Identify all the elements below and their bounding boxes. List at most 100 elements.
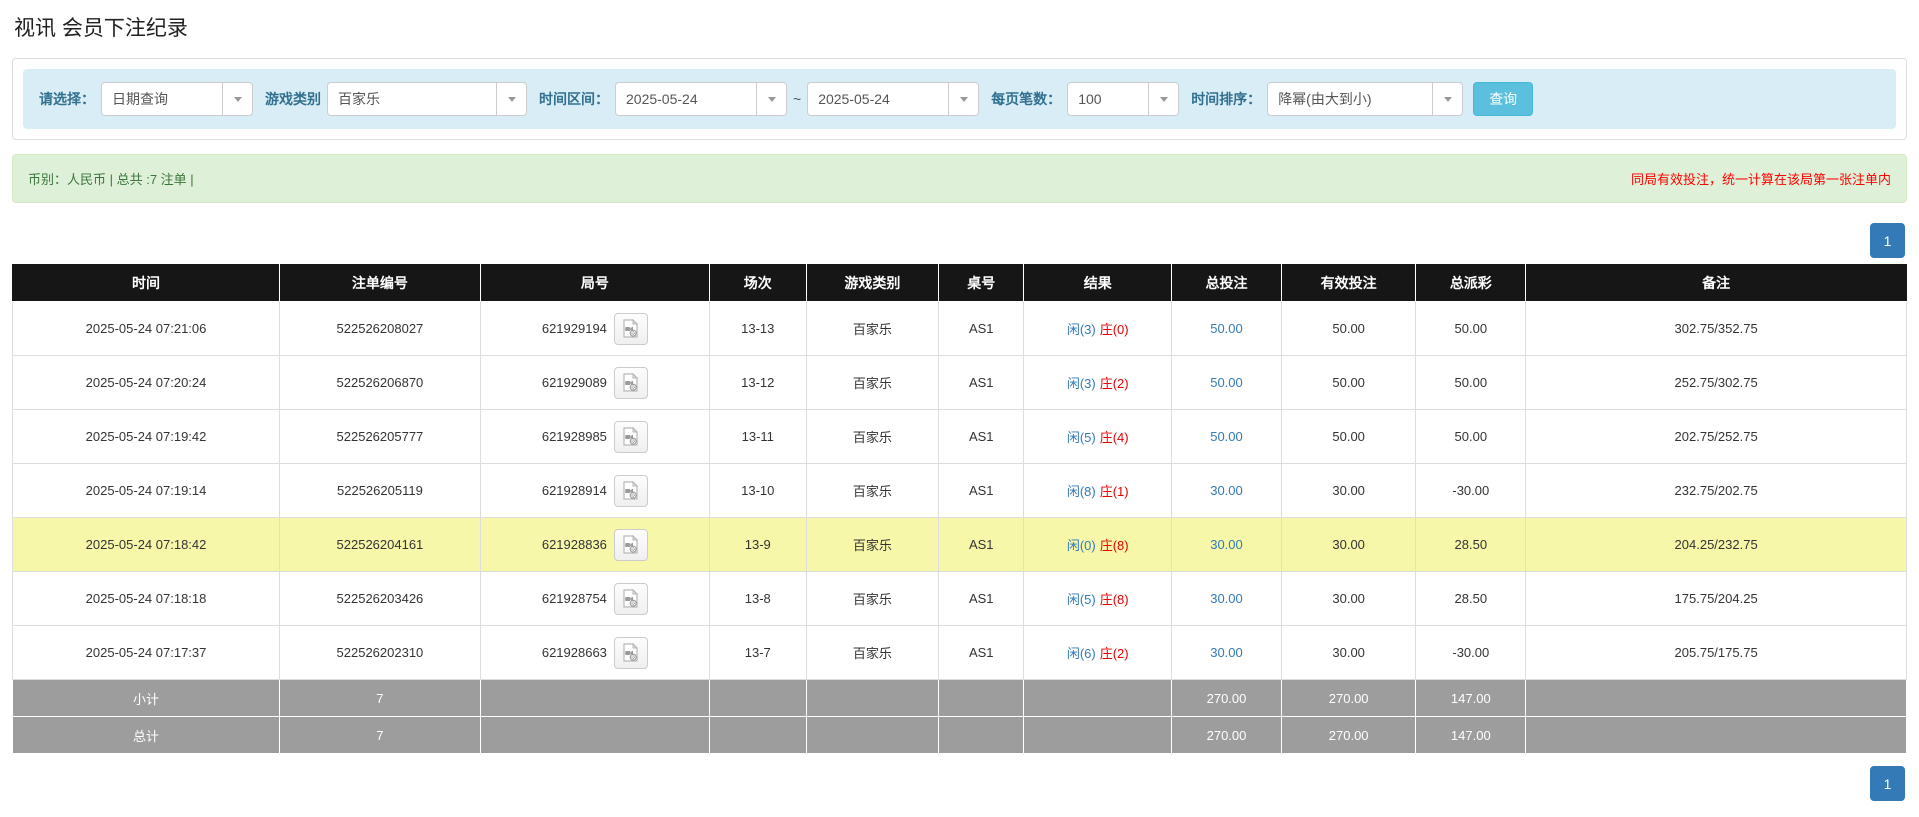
video-file-icon (623, 481, 639, 500)
footer-empty-cell (938, 716, 1025, 754)
subtotal-valid-bet: 270.00 (1280, 679, 1417, 717)
video-replay-button[interactable] (613, 474, 648, 507)
cell-time: 2025-05-24 07:17:37 (11, 625, 281, 680)
total-bet-link[interactable]: 30.00 (1210, 645, 1243, 660)
result-player: 闲(5) (1066, 430, 1096, 445)
col-header-remark: 备注 (1525, 264, 1907, 302)
video-replay-button[interactable] (613, 366, 648, 399)
cell-result: 闲(3) 庄(0) (1023, 301, 1173, 356)
subtotal-total-bet: 270.00 (1171, 679, 1282, 717)
video-replay-button[interactable] (613, 582, 648, 615)
footer-empty-cell (805, 679, 940, 717)
total-bet-link[interactable]: 30.00 (1210, 591, 1243, 606)
cell-bet-id: 522526208027 (279, 301, 481, 356)
table-row: 2025-05-24 07:19:14 522526205119 6219289… (11, 463, 1907, 518)
video-replay-button[interactable] (613, 420, 648, 453)
col-header-result: 结果 (1023, 264, 1173, 302)
footer-empty-cell (805, 716, 940, 754)
grandtotal-count: 7 (279, 716, 481, 754)
video-replay-button[interactable] (613, 528, 648, 561)
pagination-page-1[interactable]: 1 (1870, 223, 1905, 258)
footer-empty-cell (479, 679, 710, 717)
result-banker: 庄(0) (1099, 322, 1129, 337)
filter-bar: 请选择： 日期查询 游戏类别 百家乐 时间区间： 2025-05-24 ~ 20… (23, 69, 1896, 129)
video-replay-button[interactable] (613, 312, 648, 345)
result-banker: 庄(8) (1099, 538, 1129, 553)
table-body: 2025-05-24 07:21:06 522526208027 6219291… (11, 301, 1907, 680)
cell-round-id: 621928914 (479, 463, 710, 518)
query-type-select[interactable]: 日期查询 (101, 82, 253, 116)
result-player: 闲(6) (1066, 646, 1096, 661)
total-bet-link[interactable]: 30.00 (1210, 483, 1243, 498)
round-id-text: 621928914 (541, 483, 607, 498)
cell-time: 2025-05-24 07:20:24 (11, 355, 281, 410)
cell-time: 2025-05-24 07:18:42 (11, 517, 281, 572)
date-to-value: 2025-05-24 (818, 91, 890, 107)
game-type-label: 游戏类别 (265, 91, 321, 107)
total-bet-link[interactable]: 50.00 (1210, 375, 1243, 390)
chevron-down-icon (948, 83, 978, 115)
cell-total-bet: 50.00 (1171, 301, 1282, 356)
result-player: 闲(0) (1066, 538, 1096, 553)
cell-total-bet: 30.00 (1171, 571, 1282, 626)
cell-bet-id: 522526206870 (279, 355, 481, 410)
summary-bar: 币别：人民币 | 总共 :7 注单 | 同局有效投注，统一计算在该局第一张注单内 (12, 154, 1907, 203)
total-bet-link[interactable]: 30.00 (1210, 537, 1243, 552)
cell-remark: 175.75/204.25 (1525, 571, 1907, 626)
cell-game-type: 百家乐 (805, 463, 940, 518)
cell-valid-bet: 30.00 (1280, 517, 1417, 572)
cell-remark: 252.75/302.75 (1525, 355, 1907, 410)
query-type-value: 日期查询 (112, 91, 168, 107)
video-file-icon (623, 373, 639, 392)
page: 视讯 会员下注纪录 请选择： 日期查询 游戏类别 百家乐 时间区间： 2025-… (0, 0, 1919, 817)
date-to-select[interactable]: 2025-05-24 (807, 82, 980, 116)
table-row: 2025-05-24 07:19:42 522526205777 6219289… (11, 409, 1907, 464)
cell-time: 2025-05-24 07:21:06 (11, 301, 281, 356)
cell-table: AS1 (938, 463, 1025, 518)
footer-empty-cell (938, 679, 1025, 717)
cell-total-bet: 50.00 (1171, 409, 1282, 464)
filter-panel: 请选择： 日期查询 游戏类别 百家乐 时间区间： 2025-05-24 ~ 20… (12, 58, 1907, 140)
col-header-game-type: 游戏类别 (805, 264, 940, 302)
cell-time: 2025-05-24 07:19:42 (11, 409, 281, 464)
page-title: 视讯 会员下注纪录 (14, 17, 188, 40)
cell-payout: -30.00 (1415, 463, 1527, 518)
sort-order-value: 降幂(由大到小) (1278, 91, 1372, 107)
cell-remark: 202.75/252.75 (1525, 409, 1907, 464)
cell-valid-bet: 50.00 (1280, 355, 1417, 410)
table-row: 2025-05-24 07:18:42 522526204161 6219288… (11, 517, 1907, 572)
time-range-label: 时间区间： (539, 91, 609, 107)
page-size-select[interactable]: 100 (1067, 82, 1180, 116)
round-id-text: 621928663 (541, 645, 607, 660)
chevron-down-icon (222, 83, 252, 115)
cell-table: AS1 (938, 625, 1025, 680)
date-from-value: 2025-05-24 (626, 91, 698, 107)
total-bet-link[interactable]: 50.00 (1210, 429, 1243, 444)
cell-bet-id: 522526204161 (279, 517, 481, 572)
total-bet-link[interactable]: 50.00 (1210, 321, 1243, 336)
cell-game-type: 百家乐 (805, 571, 940, 626)
col-header-round-id: 局号 (479, 264, 710, 302)
cell-round-id: 621928985 (479, 409, 710, 464)
footer-empty-cell (1023, 716, 1173, 754)
date-from-select[interactable]: 2025-05-24 (615, 82, 787, 116)
search-button[interactable]: 查询 (1473, 82, 1534, 116)
pagination-page-1[interactable]: 1 (1870, 766, 1905, 801)
cell-bet-id: 522526205777 (279, 409, 481, 464)
round-id-text: 621929194 (541, 321, 607, 336)
page-size-label: 每页笔数： (991, 91, 1062, 107)
date-range-tilde: ~ (793, 91, 802, 107)
subtotal-count: 7 (279, 679, 481, 717)
cell-remark: 232.75/202.75 (1525, 463, 1907, 518)
cell-game-type: 百家乐 (805, 301, 940, 356)
round-id-text: 621928985 (541, 429, 607, 444)
game-type-select[interactable]: 百家乐 (327, 82, 527, 116)
cell-table: AS1 (938, 301, 1025, 356)
sort-order-select[interactable]: 降幂(由大到小) (1267, 82, 1464, 116)
video-replay-button[interactable] (613, 636, 648, 669)
game-type-value: 百家乐 (338, 91, 380, 107)
table-row: 2025-05-24 07:17:37 522526202310 6219286… (11, 625, 1907, 680)
footer-empty-cell (708, 679, 807, 717)
chevron-down-icon (1148, 83, 1178, 115)
cell-remark: 302.75/352.75 (1525, 301, 1907, 356)
